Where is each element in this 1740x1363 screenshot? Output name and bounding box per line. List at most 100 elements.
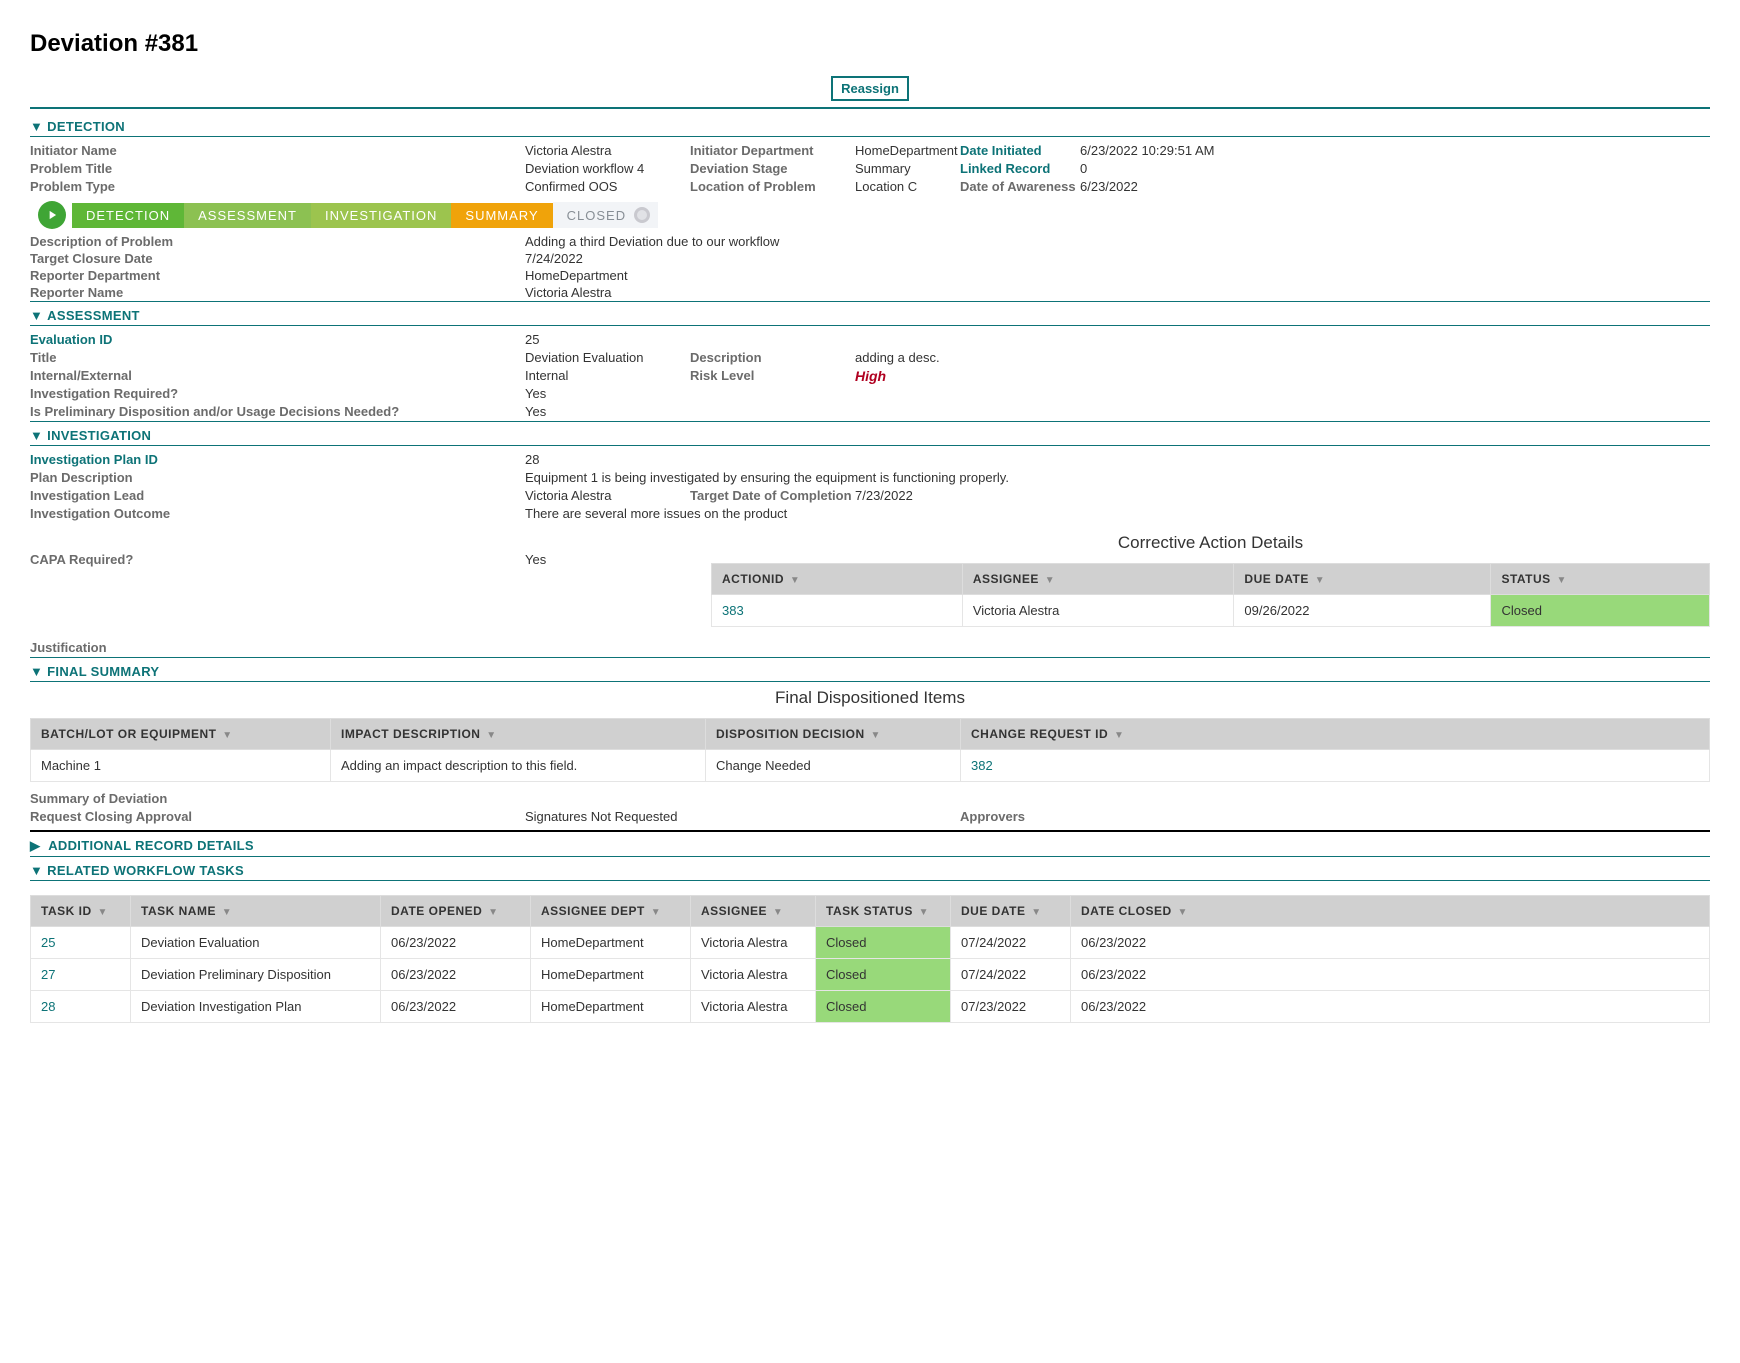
th-actionid[interactable]: ACTIONID ▼ xyxy=(712,564,963,595)
page-title: Deviation #381 xyxy=(30,30,1710,58)
label-summary-deviation: Summary of Deviation xyxy=(30,790,167,808)
section-additional[interactable]: ▶ ADDITIONAL RECORD DETAILS xyxy=(30,832,1710,856)
workflow-step-closed[interactable]: CLOSED xyxy=(553,202,658,228)
label-initiator-name: Initiator Name xyxy=(30,142,525,160)
cell-task-id[interactable]: 25 xyxy=(31,927,131,959)
caret-down-icon: ▼ xyxy=(30,119,43,134)
sort-icon: ▼ xyxy=(1031,907,1041,918)
label-plan-desc: Plan Description xyxy=(30,469,525,487)
reassign-button[interactable]: Reassign xyxy=(831,76,909,101)
sort-icon: ▼ xyxy=(1177,907,1187,918)
cell-task-status: Closed xyxy=(816,991,951,1023)
th-batch[interactable]: BATCH/LOT OR EQUIPMENT ▼ xyxy=(31,719,331,750)
cell-date-opened: 06/23/2022 xyxy=(381,959,531,991)
sort-icon: ▼ xyxy=(486,730,496,741)
value-desc-problem: Adding a third Deviation due to our work… xyxy=(525,233,779,250)
value-deviation-stage: Summary xyxy=(855,160,960,178)
workflow-step-summary[interactable]: SUMMARY xyxy=(451,203,552,228)
value-target-closure: 7/24/2022 xyxy=(525,250,583,267)
value-reporter-dept: HomeDepartment xyxy=(525,267,628,284)
th-impact[interactable]: IMPACT DESCRIPTION ▼ xyxy=(331,719,706,750)
value-date-initiated: 6/23/2022 10:29:51 AM xyxy=(1080,142,1710,160)
section-detection[interactable]: ▼DETECTION xyxy=(30,113,1710,136)
cell-task-id[interactable]: 28 xyxy=(31,991,131,1023)
value-capa-req: Yes xyxy=(525,551,546,569)
cell-task-name: Deviation Preliminary Disposition xyxy=(131,959,381,991)
section-related-tasks[interactable]: ▼RELATED WORKFLOW TASKS xyxy=(30,857,1710,880)
final-disposition-table: BATCH/LOT OR EQUIPMENT ▼ IMPACT DESCRIPT… xyxy=(30,718,1710,782)
label-capa-req: CAPA Required? xyxy=(30,551,525,569)
value-int-ext: Internal xyxy=(525,367,690,385)
sort-icon: ▼ xyxy=(97,907,107,918)
cell-batch: Machine 1 xyxy=(31,750,331,782)
label-problem-title: Problem Title xyxy=(30,160,525,178)
th-status[interactable]: STATUS ▼ xyxy=(1491,564,1710,595)
workflow-step-assessment[interactable]: ASSESSMENT xyxy=(184,203,311,228)
label-prelim: Is Preliminary Disposition and/or Usage … xyxy=(30,403,525,421)
label-req-closing: Request Closing Approval xyxy=(30,808,525,826)
cell-date-closed: 06/23/2022 xyxy=(1071,927,1710,959)
sort-icon: ▼ xyxy=(1045,575,1055,586)
corrective-action-table: ACTIONID ▼ ASSIGNEE ▼ DUE DATE ▼ STATUS … xyxy=(711,563,1710,627)
value-problem-title: Deviation workflow 4 xyxy=(525,160,690,178)
sort-icon: ▼ xyxy=(773,907,783,918)
th-due-date[interactable]: DUE DATE ▼ xyxy=(951,896,1071,927)
cell-date-closed: 06/23/2022 xyxy=(1071,959,1710,991)
label-target-closure: Target Closure Date xyxy=(30,250,525,267)
cell-status: Closed xyxy=(1491,595,1710,627)
label-reporter-name: Reporter Name xyxy=(30,284,525,301)
label-date-awareness: Date of Awareness xyxy=(960,178,1080,196)
th-assignee[interactable]: ASSIGNEE ▼ xyxy=(691,896,816,927)
section-additional-label: ADDITIONAL RECORD DETAILS xyxy=(48,838,254,853)
th-task-name[interactable]: TASK NAME ▼ xyxy=(131,896,381,927)
workflow-step-detection[interactable]: DETECTION xyxy=(72,203,184,228)
table-row: 28Deviation Investigation Plan06/23/2022… xyxy=(31,991,1710,1023)
label-eval-id: Evaluation ID xyxy=(30,331,525,349)
value-lead: Victoria Alestra xyxy=(525,487,690,505)
th-due[interactable]: DUE DATE ▼ xyxy=(1234,564,1491,595)
sort-icon: ▼ xyxy=(222,730,232,741)
workflow-step-investigation[interactable]: INVESTIGATION xyxy=(311,203,451,228)
th-disp[interactable]: DISPOSITION DECISION ▼ xyxy=(706,719,961,750)
section-final-summary[interactable]: ▼FINAL SUMMARY xyxy=(30,658,1710,681)
th-assignee-dept[interactable]: ASSIGNEE DEPT ▼ xyxy=(531,896,691,927)
value-risk-level: High xyxy=(855,367,886,385)
table-row: 383 Victoria Alestra 09/26/2022 Closed xyxy=(712,595,1710,627)
cell-assignee: Victoria Alestra xyxy=(691,959,816,991)
label-description: Description xyxy=(690,349,855,367)
value-linked-record: 0 xyxy=(1080,160,1710,178)
th-assignee[interactable]: ASSIGNEE ▼ xyxy=(962,564,1234,595)
cell-due-date: 07/24/2022 xyxy=(951,959,1071,991)
value-location: Location C xyxy=(855,178,960,196)
sort-icon: ▼ xyxy=(488,907,498,918)
value-plan-desc: Equipment 1 is being investigated by ens… xyxy=(525,469,1009,487)
th-task-id[interactable]: TASK ID ▼ xyxy=(31,896,131,927)
cell-task-id[interactable]: 27 xyxy=(31,959,131,991)
value-reporter-name: Victoria Alestra xyxy=(525,284,611,301)
value-outcome: There are several more issues on the pro… xyxy=(525,505,787,523)
workflow-tasks-table: TASK ID ▼ TASK NAME ▼ DATE OPENED ▼ ASSI… xyxy=(30,895,1710,1023)
label-target-date: Target Date of Completion xyxy=(690,487,855,505)
section-investigation[interactable]: ▼INVESTIGATION xyxy=(30,422,1710,445)
cell-disp: Change Needed xyxy=(706,750,961,782)
cell-actionid[interactable]: 383 xyxy=(712,595,963,627)
label-desc-problem: Description of Problem xyxy=(30,233,525,250)
cell-date-opened: 06/23/2022 xyxy=(381,991,531,1023)
value-initiator-name: Victoria Alestra xyxy=(525,142,690,160)
cell-cr[interactable]: 382 xyxy=(961,750,1710,782)
table-row: Machine 1 Adding an impact description t… xyxy=(31,750,1710,782)
cell-task-name: Deviation Investigation Plan xyxy=(131,991,381,1023)
th-date-opened[interactable]: DATE OPENED ▼ xyxy=(381,896,531,927)
value-target-date: 7/23/2022 xyxy=(855,487,913,505)
cell-assignee: Victoria Alestra xyxy=(691,991,816,1023)
cell-assignee-dept: HomeDepartment xyxy=(531,991,691,1023)
section-related-label: RELATED WORKFLOW TASKS xyxy=(47,863,244,878)
th-task-status[interactable]: TASK STATUS ▼ xyxy=(816,896,951,927)
section-assessment[interactable]: ▼ASSESSMENT xyxy=(30,302,1710,325)
section-final-label: FINAL SUMMARY xyxy=(47,664,159,679)
th-date-closed[interactable]: DATE CLOSED ▼ xyxy=(1071,896,1710,927)
th-cr[interactable]: CHANGE REQUEST ID ▼ xyxy=(961,719,1710,750)
circle-icon xyxy=(634,207,650,223)
value-problem-type: Confirmed OOS xyxy=(525,178,690,196)
label-location: Location of Problem xyxy=(690,178,855,196)
